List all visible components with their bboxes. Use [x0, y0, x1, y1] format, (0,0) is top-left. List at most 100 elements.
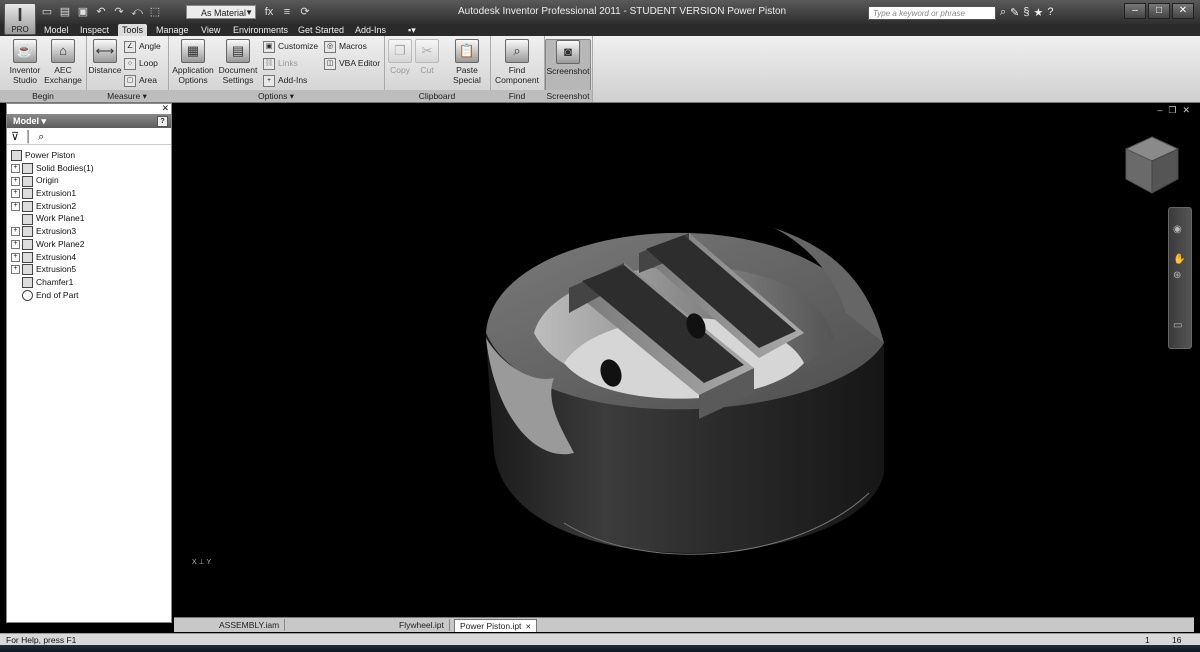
redo-icon[interactable]: ↷: [112, 5, 126, 19]
aec-exchange-button[interactable]: ⌂ AEC Exchange: [44, 39, 82, 85]
return-icon[interactable]: ⤺: [130, 5, 144, 19]
tree-item-extrusion5[interactable]: + Extrusion5: [11, 263, 171, 276]
parameters-icon[interactable]: fx: [262, 5, 276, 19]
restore-icon[interactable]: ❐: [1168, 105, 1176, 116]
screenshot-button[interactable]: ◙ Screenshot: [545, 39, 591, 91]
pan-hand-icon[interactable]: ✋: [1173, 254, 1185, 265]
tree-item-work-plane2[interactable]: + Work Plane2: [11, 238, 171, 251]
add-ins-button[interactable]: + Add-Ins: [263, 74, 307, 87]
customize-label: Customize: [278, 41, 319, 51]
tree-item-label: Origin: [36, 175, 59, 186]
tree-item-work-plane1[interactable]: Work Plane1: [11, 212, 171, 225]
help-icon[interactable]: ?: [1047, 6, 1053, 19]
area-button[interactable]: ▢ Area: [124, 74, 157, 87]
ribbon-options-icon[interactable]: ▪▾: [408, 24, 416, 36]
tree-item-extrusion1[interactable]: + Extrusion1: [11, 187, 171, 200]
panel-title-options[interactable]: Options ▾: [168, 90, 384, 102]
folder-icon: [22, 175, 33, 187]
tree-item-chamfer1[interactable]: Chamfer1: [11, 276, 171, 289]
tree-item-origin[interactable]: + Origin: [11, 174, 171, 187]
vba-editor-button[interactable]: ◫ VBA Editor: [324, 57, 380, 70]
tools-icon[interactable]: ✎: [1010, 6, 1019, 19]
expand-icon[interactable]: +: [11, 252, 20, 262]
part-icon: [11, 150, 22, 162]
undo-icon[interactable]: ↶: [94, 5, 108, 19]
document-settings-button[interactable]: ▤ Document Settings: [216, 39, 260, 85]
expand-icon[interactable]: +: [11, 227, 20, 237]
angle-button[interactable]: ∠ Angle: [124, 40, 161, 53]
distance-button[interactable]: ⟷ Distance: [88, 39, 122, 75]
inventor-studio-button[interactable]: ☕ Inventor Studio: [6, 39, 44, 85]
select-icon[interactable]: ⬚: [148, 5, 162, 19]
minimize-icon[interactable]: –: [1124, 3, 1146, 19]
coordinate-triad: X ⊥ Y: [192, 559, 212, 566]
tab-environments[interactable]: Environments: [233, 24, 288, 36]
paste-special-button[interactable]: 📋 Paste Special: [448, 39, 486, 85]
material-dropdown[interactable]: As Material ▼: [186, 5, 256, 19]
steering-wheel-icon[interactable]: ◉: [1173, 224, 1182, 235]
binoculars-icon[interactable]: ⌕: [1000, 6, 1006, 19]
browser-header[interactable]: Model ▾ ?: [7, 114, 171, 128]
new-file-icon[interactable]: ▭: [40, 5, 54, 19]
save-icon[interactable]: ▣: [76, 5, 90, 19]
customize-button[interactable]: ▣ Customize: [263, 40, 319, 53]
close-icon[interactable]: ✕: [525, 624, 531, 631]
favorites-star-icon[interactable]: ★: [1034, 6, 1044, 19]
expand-icon[interactable]: +: [11, 189, 20, 199]
tree-item-end-of-part[interactable]: End of Part: [11, 289, 171, 302]
close-icon[interactable]: ✕: [1172, 3, 1194, 19]
tab-model[interactable]: Model: [44, 24, 69, 36]
open-file-icon[interactable]: ▤: [58, 5, 72, 19]
viewcube[interactable]: [1122, 135, 1182, 197]
application-options-button[interactable]: ▦ Application Options: [170, 39, 216, 85]
tree-item-extrusion4[interactable]: + Extrusion4: [11, 251, 171, 264]
filter-icon[interactable]: ⊽: [11, 131, 19, 143]
doc-tab-power-piston[interactable]: Power Piston.ipt ✕: [454, 619, 538, 632]
measure-title-label: Measure: [107, 91, 141, 101]
doc-tab-flywheel[interactable]: Flywheel.ipt: [394, 619, 450, 631]
tab-add-ins[interactable]: Add-Ins: [355, 24, 386, 36]
appearance-icon[interactable]: ≡: [280, 5, 294, 19]
tree-item-extrusion2[interactable]: + Extrusion2: [11, 200, 171, 213]
tree-item-label: Extrusion4: [36, 251, 77, 262]
expand-icon[interactable]: +: [11, 202, 20, 211]
expand-icon[interactable]: +: [11, 265, 20, 275]
doc-tab-assembly[interactable]: ASSEMBLY.iam: [214, 619, 286, 631]
close-icon[interactable]: ✕: [1182, 105, 1190, 116]
binoculars-icon[interactable]: ⌕: [38, 131, 44, 143]
tab-inspect[interactable]: Inspect: [80, 24, 109, 36]
navbar-menu-icon[interactable]: ▭: [1173, 320, 1182, 331]
application-menu-button[interactable]: I PRO: [4, 3, 36, 35]
browser-close-icon[interactable]: ✕: [161, 103, 169, 114]
macros-button[interactable]: ◎ Macros: [324, 40, 367, 53]
inventor-logo-icon: I: [17, 5, 23, 25]
tab-view[interactable]: View: [201, 24, 220, 36]
panel-title-measure[interactable]: Measure ▾: [86, 90, 168, 102]
graphics-viewport[interactable]: – ❐ ✕ ◉ ✋ ⊛ ▭ X ⊥ Y: [174, 103, 1194, 617]
cut-button[interactable]: ✂ Cut: [414, 39, 440, 75]
customize-icon: ▣: [263, 40, 275, 53]
maximize-icon[interactable]: □: [1148, 3, 1170, 19]
tree-item-power-piston[interactable]: Power Piston: [11, 149, 171, 162]
search-input[interactable]: Type a keyword or phrase: [868, 6, 996, 20]
help-icon[interactable]: ?: [157, 116, 168, 127]
subscription-icon[interactable]: §: [1023, 6, 1029, 19]
orbit-icon[interactable]: ⊛: [1173, 270, 1181, 281]
links-button[interactable]: ⛓ Links: [263, 57, 298, 70]
find-component-button[interactable]: ⌕ Find Component: [492, 39, 542, 85]
update-icon[interactable]: ⟳: [298, 5, 312, 19]
minimize-icon[interactable]: –: [1157, 105, 1162, 116]
tab-tools[interactable]: Tools: [118, 24, 148, 36]
expand-icon[interactable]: +: [11, 163, 20, 173]
tree-item-extrusion3[interactable]: + Extrusion3: [11, 225, 171, 238]
aec-exchange-icon: ⌂: [51, 39, 75, 63]
tab-manage[interactable]: Manage: [156, 24, 189, 36]
power-piston-model[interactable]: [474, 173, 894, 563]
tab-get-started[interactable]: Get Started: [298, 24, 344, 36]
copy-button[interactable]: ❐ Copy: [386, 39, 414, 75]
expand-icon[interactable]: +: [11, 176, 20, 186]
tree-item-solid-bodies[interactable]: + Solid Bodies(1): [11, 162, 171, 175]
expand-icon[interactable]: +: [11, 240, 20, 250]
loop-button[interactable]: ○ Loop: [124, 57, 158, 70]
tree-item-label: Chamfer1: [36, 276, 74, 287]
